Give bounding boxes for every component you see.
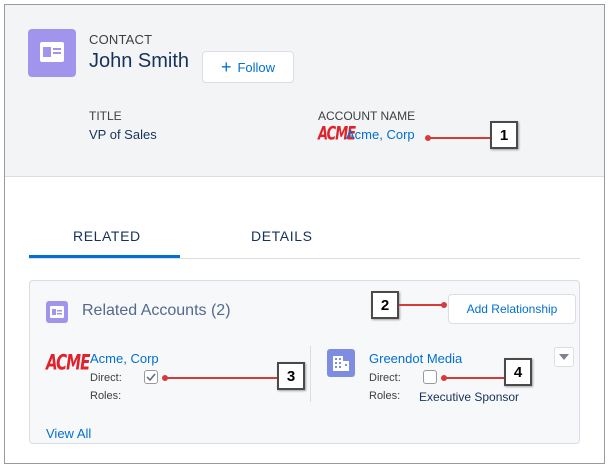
direct-label: Direct:	[90, 372, 122, 384]
title-field-value: VP of Sales	[89, 127, 157, 142]
chevron-down-icon	[559, 354, 569, 360]
view-all-link[interactable]: View All	[46, 426, 91, 441]
record-name: John Smith	[89, 50, 190, 72]
follow-button-label: Follow	[237, 59, 276, 75]
related-accounts-card: Related Accounts (2) Add Relationship AC…	[29, 280, 580, 444]
account-link-acme[interactable]: Acme, Corp	[90, 351, 159, 366]
tab-bar: RELATED DETAILS	[29, 218, 580, 259]
record-header: CONTACT John Smith + Follow TITLE VP of …	[5, 5, 604, 177]
tab-related[interactable]: RELATED	[73, 228, 141, 244]
acme-logo: ACME	[46, 348, 90, 376]
roles-value: Executive Sponsor	[419, 390, 520, 404]
callout-3-line	[165, 377, 277, 379]
roles-label: Roles:	[369, 390, 401, 402]
callout-2: 2	[371, 291, 399, 319]
related-accounts-title[interactable]: Related Accounts (2)	[82, 302, 231, 320]
accounts-divider	[310, 346, 311, 402]
related-accounts-icon	[46, 301, 68, 323]
direct-checkbox-acme[interactable]	[144, 370, 158, 384]
tab-details[interactable]: DETAILS	[251, 228, 313, 244]
account-name-link[interactable]: Acme, Corp	[346, 127, 415, 142]
direct-checkbox-greendot[interactable]	[423, 370, 437, 384]
callout-4: 4	[504, 358, 532, 386]
contact-card-icon	[28, 29, 76, 77]
add-relationship-button[interactable]: Add Relationship	[448, 294, 576, 324]
callout-1: 1	[490, 121, 518, 149]
callout-2-dot	[441, 302, 447, 308]
object-type-label: CONTACT	[89, 32, 153, 47]
callout-3: 3	[277, 362, 305, 390]
building-icon	[327, 349, 355, 377]
title-field-label: TITLE	[89, 109, 122, 123]
direct-label: Direct:	[369, 372, 401, 384]
follow-button[interactable]: + Follow	[202, 51, 294, 83]
roles-label: Roles:	[90, 390, 122, 402]
callout-1-line	[428, 137, 490, 139]
account-link-greendot[interactable]: Greendot Media	[369, 351, 462, 366]
callout-2-line	[399, 304, 444, 306]
record-page: CONTACT John Smith + Follow TITLE VP of …	[4, 4, 605, 464]
row-actions-menu[interactable]	[554, 347, 574, 367]
account-name-field-label: ACCOUNT NAME	[318, 109, 416, 123]
callout-4-line	[444, 377, 504, 379]
active-tab-indicator	[29, 255, 180, 258]
plus-icon: +	[220, 57, 232, 77]
check-icon	[146, 373, 156, 381]
